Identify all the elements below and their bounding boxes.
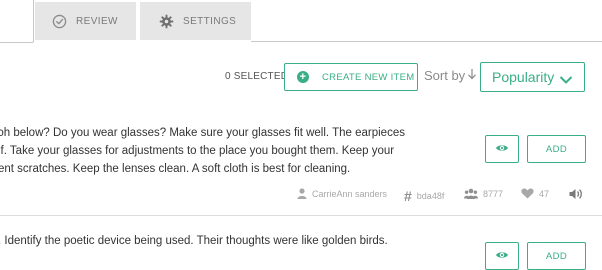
plus-circle-icon: + [297, 71, 309, 83]
item-text-line: ent scratches. Keep the lenses clean. A … [0, 163, 351, 175]
likes-count: 47 [521, 188, 549, 199]
chevron-down-icon [559, 72, 573, 88]
add-button[interactable]: ADD [527, 135, 586, 163]
sort-by-label: Sort by [424, 68, 477, 83]
tab-settings[interactable]: SETTINGS [140, 2, 251, 40]
views-count: 8777 [464, 188, 503, 199]
tab-settings-label: SETTINGS [183, 15, 237, 27]
author: CarrieAnn sanders [297, 188, 387, 199]
toolbar: 0 SELECTED + CREATE NEW ITEM Sort by Pop… [0, 62, 602, 92]
check-circle-icon [52, 14, 67, 29]
tab-bar: REVIEW SETTINGS [0, 0, 602, 43]
item-text-line: . Identify the poetic device being used.… [0, 235, 388, 247]
likes-value: 47 [539, 188, 550, 199]
add-button[interactable]: ADD [527, 242, 586, 270]
list-item: . Identify the poetic device being used.… [0, 215, 602, 270]
eye-icon [495, 247, 509, 265]
list-item: ɔh below? Do you wear glasses? Make sure… [0, 115, 602, 216]
students-icon [464, 188, 478, 199]
views-value: 8777 [483, 188, 504, 199]
item-text-line: ɔh below? Do you wear glasses? Make sure… [0, 127, 405, 139]
sort-value: Popularity [492, 69, 555, 85]
preview-button[interactable] [485, 242, 519, 270]
tab-active[interactable] [0, 0, 34, 43]
hash-value: bda48f [416, 191, 445, 201]
gear-icon [159, 14, 174, 29]
tab-review[interactable]: REVIEW [35, 2, 136, 40]
sort-select[interactable]: Popularity [480, 62, 585, 92]
tabs-divider [251, 41, 602, 42]
eye-icon [495, 140, 509, 158]
create-new-item-button[interactable]: + CREATE NEW ITEM [284, 63, 418, 91]
arrow-down-icon [467, 68, 477, 83]
author-name: CarrieAnn sanders [312, 188, 388, 199]
selected-count: 0 SELECTED [225, 71, 289, 82]
item-text: ɔh below? Do you wear glasses? Make sure… [0, 124, 478, 178]
preview-button[interactable] [485, 135, 519, 163]
tab-review-label: REVIEW [76, 15, 118, 27]
heart-icon[interactable] [521, 188, 534, 199]
create-new-item-label: CREATE NEW ITEM [322, 71, 415, 83]
item-hash: # bda48f [404, 188, 444, 204]
speaker-icon[interactable] [569, 188, 583, 200]
user-icon [297, 188, 307, 199]
item-text-line: lf. Take your glasses for adjustments to… [0, 145, 395, 157]
item-text: . Identify the poetic device being used.… [0, 232, 478, 250]
hash-icon: # [404, 188, 412, 204]
sort-by-text: Sort by [424, 68, 466, 83]
